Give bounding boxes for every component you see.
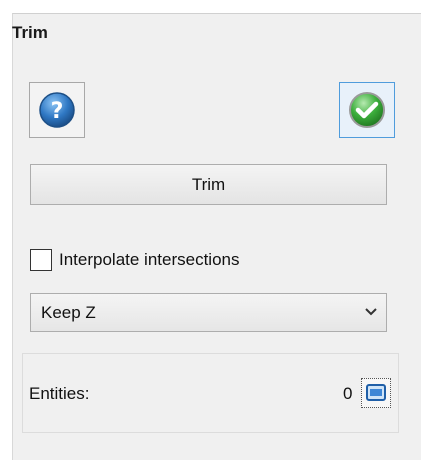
interpolate-intersections-checkbox[interactable] [30,249,52,271]
select-entities-button[interactable] [361,378,391,408]
panel-title: Trim [12,23,48,42]
interpolate-intersections-option[interactable]: Interpolate intersections [30,247,240,273]
svg-text:?: ? [51,99,64,124]
z-mode-selected-value: Keep Z [41,303,96,322]
help-question-icon: ? [39,92,75,128]
interpolate-intersections-label: Interpolate intersections [59,250,240,269]
entities-label: Entities: [29,384,90,403]
help-button[interactable]: ? [29,82,85,138]
entities-count: 0 [343,384,353,403]
ok-button[interactable] [339,82,395,138]
entities-group: Entities: 0 [22,353,399,433]
z-mode-dropdown[interactable]: Keep Z [30,293,387,332]
checkmark-ok-icon [349,92,385,128]
selection-window-icon [366,384,386,401]
trim-button[interactable]: Trim [30,164,387,205]
chevron-down-icon [365,308,377,316]
